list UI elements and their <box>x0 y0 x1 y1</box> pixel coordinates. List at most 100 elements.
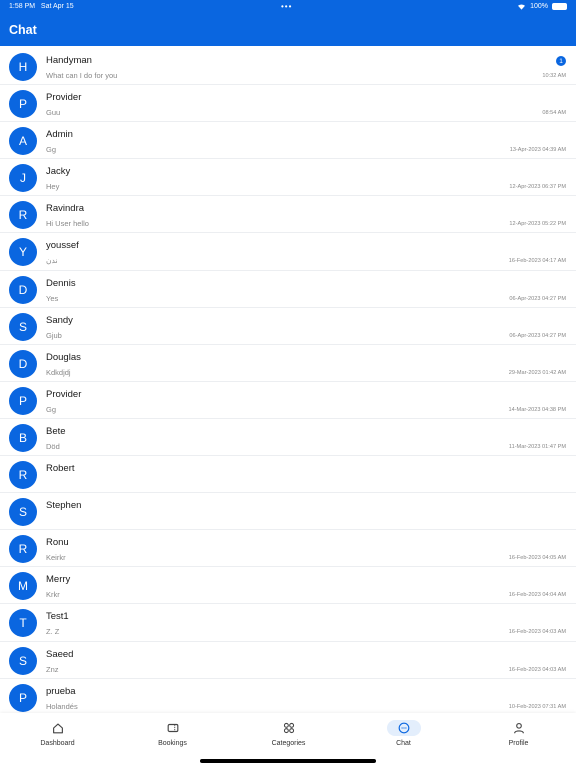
chat-list-item[interactable]: Pprueba Holandés 10-Feb-2023 07:31 AM <box>0 679 576 713</box>
avatar: A <box>9 127 37 156</box>
chat-name: Sandy <box>46 314 73 326</box>
avatar: S <box>9 646 37 675</box>
nav-label: Dashboard <box>40 740 75 747</box>
chat-list-item[interactable]: H Handyman What can I do for you 10:32 AM 1 <box>0 48 576 86</box>
chat-name: Test1 <box>46 611 69 623</box>
chat-name: Ravindra <box>46 203 85 215</box>
chat-name: Ronu <box>46 537 69 549</box>
avatar: R <box>9 461 37 490</box>
chat-list-item[interactable]: S Saeed Znz 16-Feb-2023 04:03 AM <box>0 642 576 679</box>
avatar: H <box>9 53 37 81</box>
nav-item-categories[interactable]: Categories <box>231 713 346 758</box>
page-title: Chat <box>9 23 37 37</box>
message-time: 06-Apr-2023 04:27 PM <box>509 295 566 302</box>
chat-name: prueba <box>46 685 76 697</box>
message-time: 16-Feb-2023 04:03 AM <box>508 666 566 673</box>
chat-list-item[interactable]: D Dennis Yes 06-Apr-2023 04:27 PM <box>0 271 576 308</box>
nav-item-bookings[interactable]: Bookings <box>115 713 230 758</box>
chat-list-item[interactable]: B Bete Död 11-Mar-2023 01:47 PM <box>0 419 576 457</box>
message-time: 16-Feb-2023 04:04 AM <box>508 592 566 599</box>
avatar: D <box>9 275 37 304</box>
chat-name: Admin <box>46 129 73 141</box>
last-message: Yes <box>46 293 59 303</box>
chat-name: Provider <box>46 92 82 104</box>
message-time: 13-Apr-2023 04:39 AM <box>509 147 566 154</box>
last-message: Kdkdjdj <box>46 367 71 377</box>
home-indicator[interactable] <box>200 759 376 763</box>
message-time: 06-Apr-2023 04:27 PM <box>509 332 566 339</box>
ticket-icon <box>156 720 190 736</box>
avatar: J <box>9 164 37 193</box>
message-time: 16-Feb-2023 04:17 AM <box>508 258 566 265</box>
avatar: P <box>9 683 37 712</box>
chat-list-item[interactable]: S Sandy Gjub 06-Apr-2023 04:27 PM <box>0 308 576 345</box>
nav-item-profile[interactable]: Profile <box>461 713 576 758</box>
nav-label: Profile <box>508 740 529 747</box>
message-time: 16-Feb-2023 04:03 AM <box>508 629 566 636</box>
chat-name: Dennis <box>46 277 76 289</box>
last-message: Guu <box>46 108 61 118</box>
avatar: P <box>9 90 37 119</box>
last-message: ندن <box>46 256 58 266</box>
last-message: Znz <box>46 664 59 674</box>
avatar: Y <box>9 238 37 267</box>
chat-name: youssef <box>46 240 79 252</box>
last-message: Död <box>46 441 60 451</box>
chat-name: Provider <box>46 388 82 400</box>
chat-list-item[interactable]: T Test1 Z. Z 16-Feb-2023 04:03 AM <box>0 604 576 642</box>
nav-label: Bookings <box>158 740 187 747</box>
last-message: Gjub <box>46 330 62 340</box>
nav-item-chat[interactable]: Chat <box>346 713 461 758</box>
avatar: S <box>9 312 37 341</box>
user-icon <box>502 720 536 736</box>
chat-list-item[interactable]: R Robert <box>0 456 576 494</box>
chat-name: Stephen <box>46 500 82 512</box>
message-time: 11-Mar-2023 01:47 PM <box>508 443 566 450</box>
battery-icon <box>552 3 567 10</box>
last-message: Keirkr <box>46 553 66 563</box>
message-time: 16-Feb-2023 04:05 AM <box>508 555 566 562</box>
grid-icon <box>272 720 306 736</box>
chat-name: Handyman <box>46 55 92 66</box>
avatar: D <box>9 349 37 378</box>
unread-badge: 1 <box>556 56 566 66</box>
battery-percent: 100% <box>530 3 548 10</box>
last-message: Gg <box>46 145 57 155</box>
avatar: R <box>9 535 37 564</box>
chat-list-item[interactable]: P Provider Guu 08:54 AM <box>0 85 576 123</box>
last-message: Holandés <box>46 701 78 711</box>
last-message: Gg <box>46 404 57 414</box>
message-time: 29-Mar-2023 01:42 AM <box>508 369 566 376</box>
nav-label: Chat <box>396 740 411 747</box>
chat-name: Saeed <box>46 648 74 660</box>
message-time: 10:32 AM <box>542 73 566 79</box>
avatar: B <box>9 423 37 452</box>
chat-list[interactable]: H Handyman What can I do for you 10:32 AM 1 P… <box>0 48 576 713</box>
message-time: 12-Apr-2023 06:37 PM <box>509 184 566 191</box>
status-time: 1:58 PM Sat Apr 15 <box>9 3 74 10</box>
chat-list-item[interactable]: R Ravindra Hi User hello 12-Apr-2023 05:22 … <box>0 196 576 234</box>
home-icon <box>41 720 75 736</box>
chat-list-item[interactable]: M Merry Krkr 16-Feb-2023 04:04 AM <box>0 567 576 605</box>
nav-item-dashboard[interactable]: Dashboard <box>0 713 115 758</box>
nav-label: Categories <box>271 740 306 747</box>
chat-list-item[interactable]: A Admin Gg 13-Apr-2023 04:39 AM <box>0 122 576 160</box>
chat-name: Jacky <box>46 166 71 178</box>
chat-icon <box>386 720 421 736</box>
chat-list-item[interactable]: S Stephen <box>0 493 576 531</box>
chat-list-item[interactable]: Yyoussef ندن 16-Feb-2023 04:17 AM <box>0 233 576 271</box>
status-right: 100% <box>517 3 567 10</box>
message-time: 10-Feb-2023 07:31 AM <box>508 703 566 710</box>
chat-list-item[interactable]: J Jacky Hey 12-Apr-2023 06:37 PM <box>0 159 576 197</box>
chat-list-item[interactable]: R Ronu Keirkr 16-Feb-2023 04:05 AM <box>0 530 576 568</box>
avatar: P <box>9 386 37 415</box>
status-bar: 1:58 PM Sat Apr 15 ••• 100% <box>0 0 576 16</box>
app-header: Chat <box>0 16 576 46</box>
chat-list-item[interactable]: D Douglas Kdkdjdj 29-Mar-2023 01:42 AM <box>0 345 576 382</box>
last-message: Krkr <box>46 590 60 600</box>
avatar: T <box>9 609 37 638</box>
multitasking-dots[interactable]: ••• <box>281 2 292 11</box>
last-message: Z. Z <box>46 627 60 637</box>
message-time: 14-Mar-2023 04:38 PM <box>508 406 566 413</box>
chat-list-item[interactable]: P Provider Gg 14-Mar-2023 04:38 PM <box>0 382 576 419</box>
